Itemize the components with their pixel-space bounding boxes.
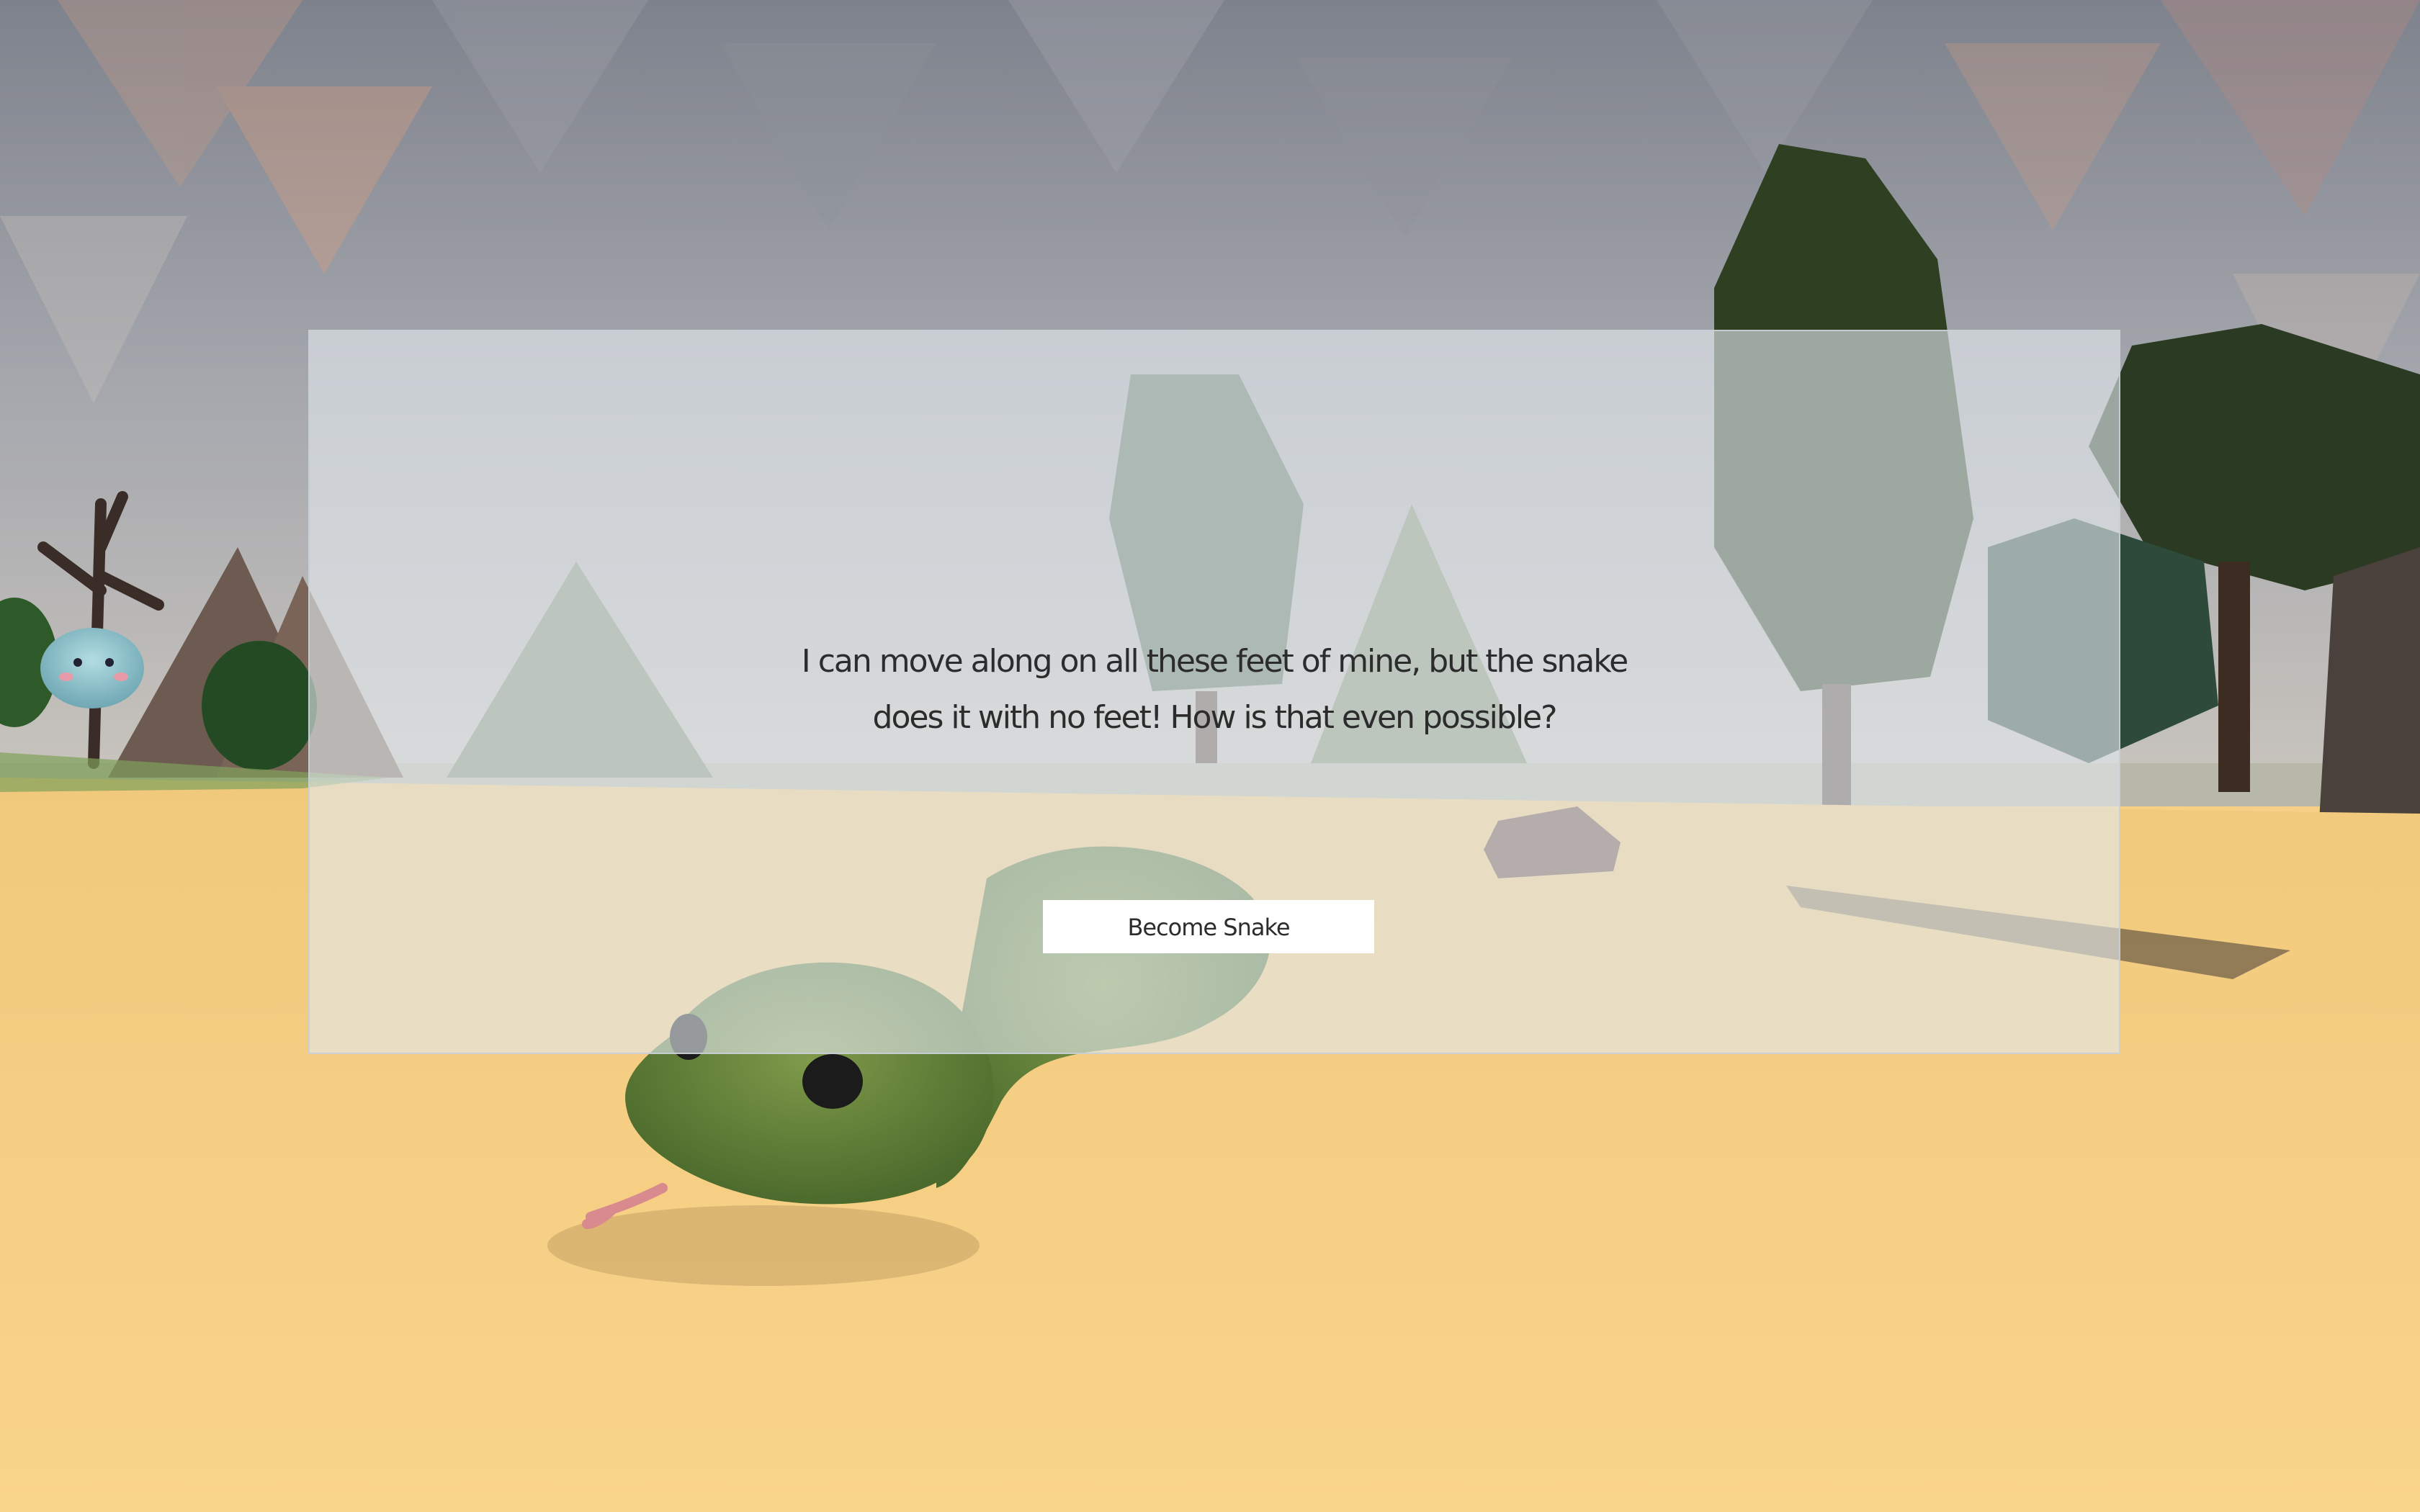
game-scene: I can move along on all these feet of mi… xyxy=(0,0,2420,1512)
dialog-message: I can move along on all these feet of mi… xyxy=(310,634,2119,746)
dialog-line-2: does it with no feet! How is that even p… xyxy=(872,699,1558,736)
dialog-line-1: I can move along on all these feet of mi… xyxy=(801,643,1628,680)
become-snake-button[interactable]: Become Snake xyxy=(1043,900,1374,953)
dialog-panel: I can move along on all these feet of mi… xyxy=(308,330,2120,1054)
